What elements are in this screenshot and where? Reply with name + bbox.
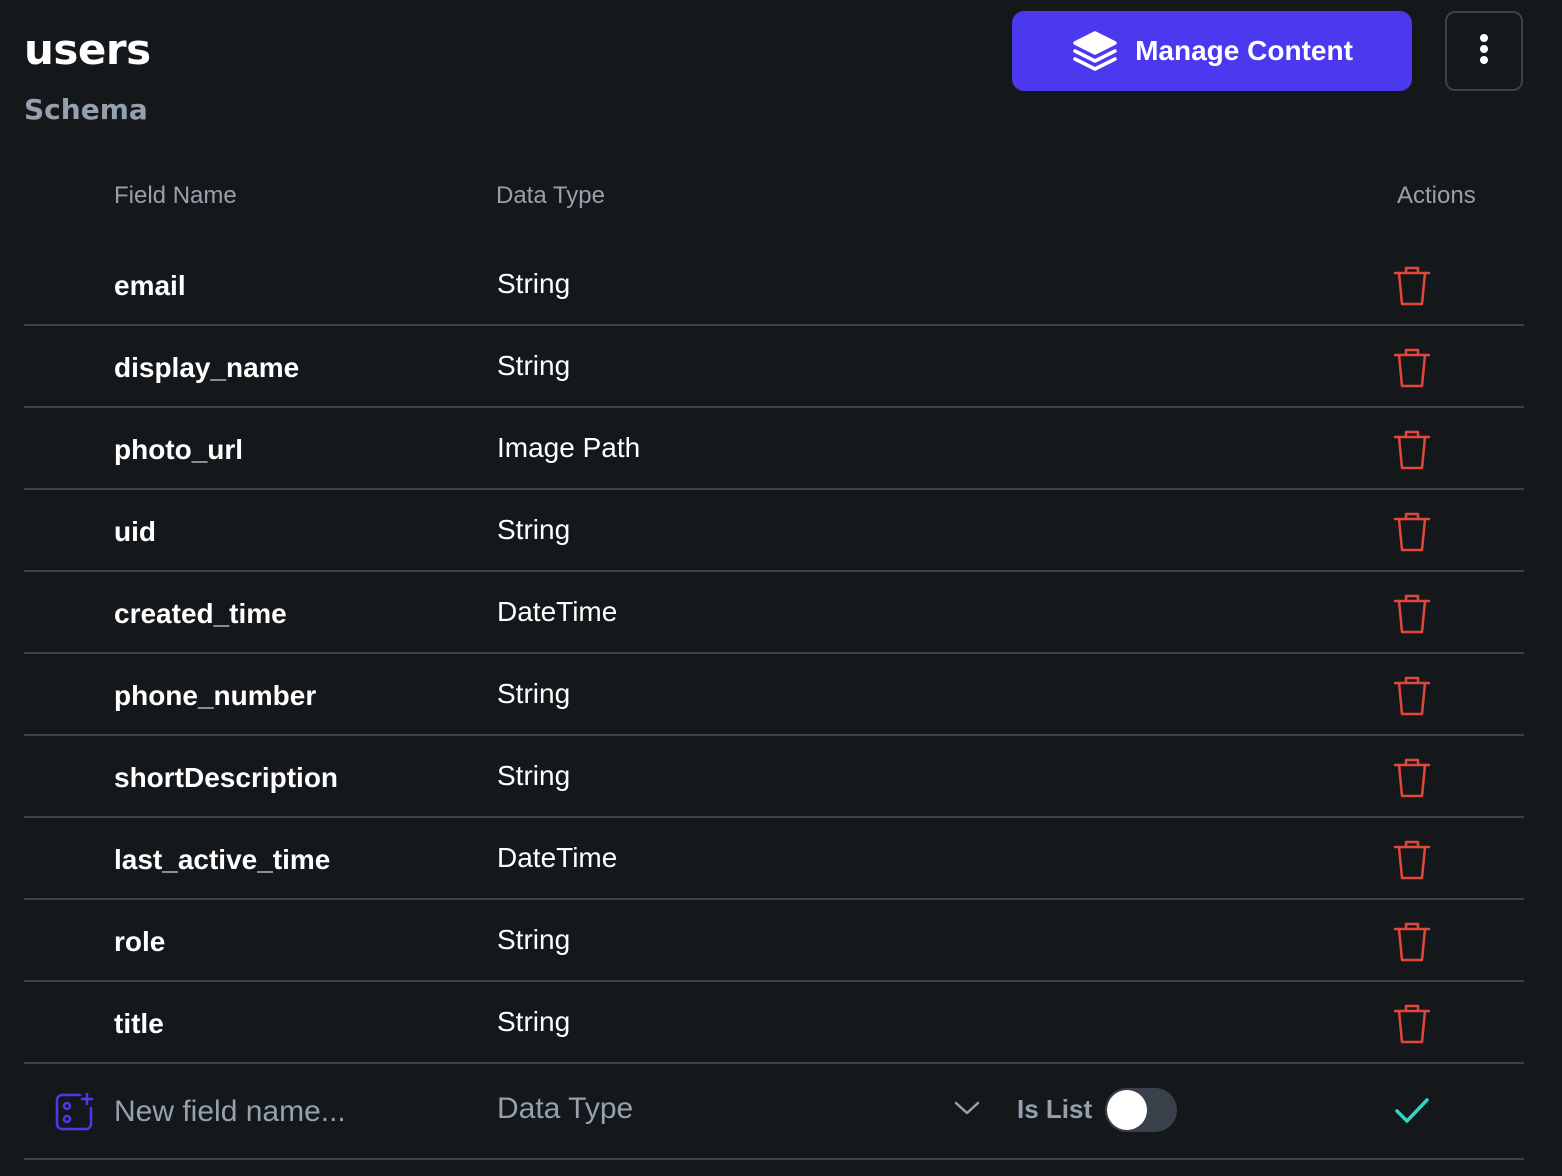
field-row[interactable]: last_active_time DateTime	[24, 818, 1524, 900]
data-type-placeholder: Data Type	[497, 1092, 634, 1125]
manage-content-button[interactable]: Manage Content	[1012, 11, 1412, 91]
field-name: shortDescription	[114, 762, 339, 793]
field-name: email	[114, 270, 186, 301]
confirm-check-icon[interactable]	[1394, 1096, 1430, 1126]
schema-page: users Schema Manage Content Field Name D…	[0, 0, 1562, 1176]
delete-trash-icon[interactable]	[1392, 346, 1432, 390]
chevron-down-icon	[953, 1098, 981, 1118]
field-row[interactable]: photo_url Image Path	[24, 408, 1524, 490]
field-data-type: String	[497, 678, 571, 709]
add-field-icon	[54, 1092, 94, 1132]
column-header-data-type: Data Type	[496, 182, 605, 209]
field-name: last_active_time	[114, 844, 331, 875]
new-field-row: Data Type Is List	[24, 1062, 1524, 1160]
collection-title: users	[24, 25, 151, 74]
field-data-type: String	[497, 1006, 571, 1037]
schema-subtitle: Schema	[24, 93, 148, 126]
delete-trash-icon[interactable]	[1392, 428, 1432, 472]
toggle-knob	[1107, 1090, 1147, 1130]
column-header-field-name: Field Name	[114, 182, 237, 209]
field-row[interactable]: uid String	[24, 490, 1524, 572]
more-options-button[interactable]	[1445, 11, 1523, 91]
field-name: display_name	[114, 352, 300, 383]
field-name: uid	[114, 516, 156, 547]
field-data-type: String	[497, 268, 571, 299]
field-row[interactable]: created_time DateTime	[24, 572, 1524, 654]
manage-content-label: Manage Content	[1135, 35, 1353, 66]
field-name: title	[114, 1008, 164, 1039]
delete-trash-icon[interactable]	[1392, 510, 1432, 554]
field-name: phone_number	[114, 680, 317, 711]
delete-trash-icon[interactable]	[1392, 920, 1432, 964]
delete-trash-icon[interactable]	[1392, 592, 1432, 636]
delete-trash-icon[interactable]	[1392, 264, 1432, 308]
field-data-type: DateTime	[497, 842, 618, 873]
field-data-type: String	[497, 350, 571, 381]
delete-trash-icon[interactable]	[1392, 674, 1432, 718]
layers-icon	[1071, 27, 1119, 75]
field-data-type: DateTime	[497, 596, 618, 627]
field-row[interactable]: shortDescription String	[24, 736, 1524, 818]
more-vertical-icon	[1479, 33, 1489, 69]
field-row[interactable]: title String	[24, 982, 1524, 1064]
field-row[interactable]: phone_number String	[24, 654, 1524, 736]
field-row[interactable]: display_name String	[24, 326, 1524, 408]
new-field-name-input[interactable]	[114, 1090, 474, 1134]
field-data-type: String	[497, 760, 571, 791]
field-data-type: String	[497, 514, 571, 545]
is-list-toggle[interactable]	[1105, 1088, 1177, 1132]
field-row[interactable]: email String	[24, 244, 1524, 326]
field-data-type: String	[497, 924, 571, 955]
delete-trash-icon[interactable]	[1392, 838, 1432, 882]
field-name: photo_url	[114, 434, 244, 465]
field-data-type: Image Path	[497, 432, 641, 463]
field-list: email String display_name String photo_url Im…	[24, 244, 1524, 1064]
delete-trash-icon[interactable]	[1392, 756, 1432, 800]
field-name: created_time	[114, 598, 287, 629]
is-list-label: Is List	[1017, 1094, 1093, 1124]
field-name: role	[114, 926, 166, 957]
field-row[interactable]: role String	[24, 900, 1524, 982]
delete-trash-icon[interactable]	[1392, 1002, 1432, 1046]
data-type-dropdown[interactable]: Data Type	[497, 1088, 987, 1134]
column-header-actions: Actions	[1397, 182, 1476, 209]
